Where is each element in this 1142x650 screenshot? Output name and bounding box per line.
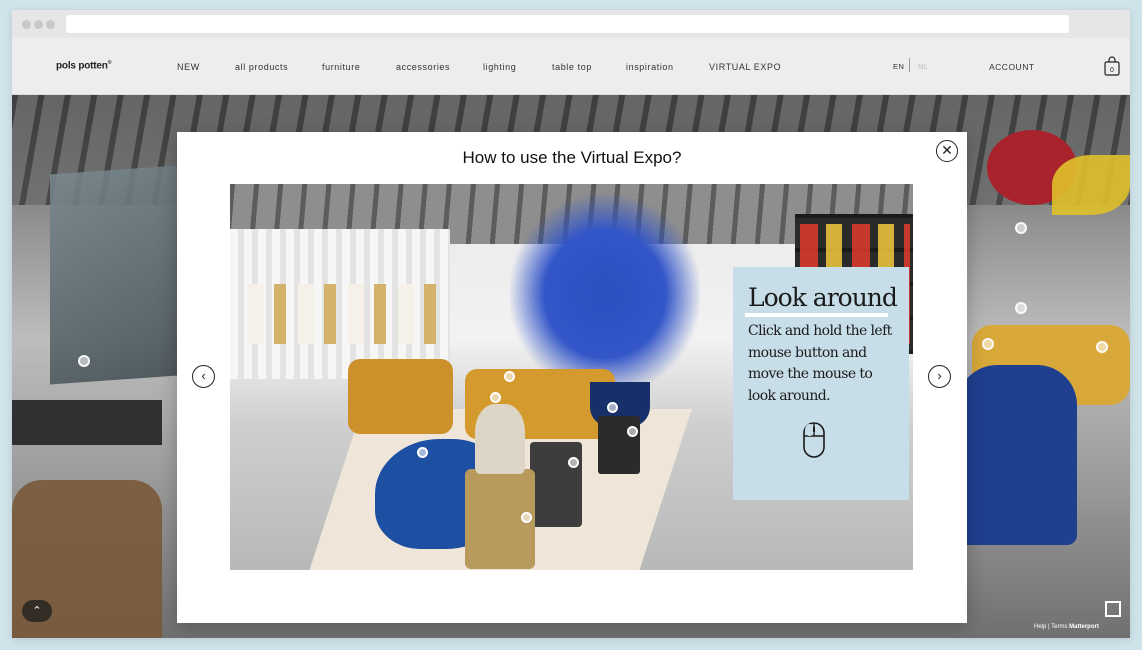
- nav-all-products[interactable]: all products: [235, 62, 288, 72]
- slide-armchair: [348, 359, 453, 434]
- lang-divider: [909, 58, 910, 72]
- lang-en[interactable]: EN: [893, 62, 904, 71]
- title-underline: [745, 313, 888, 317]
- browser-toolbar: [12, 10, 1130, 38]
- tour-hotspot[interactable]: [78, 355, 90, 367]
- nav-furniture[interactable]: furniture: [322, 62, 360, 72]
- browser-window: pols potten® NEW all products furniture …: [12, 10, 1130, 638]
- cart-count: 0: [1110, 67, 1114, 74]
- tour-hotspot[interactable]: [982, 338, 994, 350]
- slide-hotspot: [607, 402, 618, 413]
- slide-side-table: [530, 442, 582, 527]
- instruction-card: Look around Click and hold the left mous…: [733, 267, 909, 500]
- terms-link[interactable]: Terms: [1051, 624, 1067, 630]
- slide-hotspot: [568, 457, 579, 468]
- tour-footer: Help | Terms Matterport: [1034, 624, 1099, 630]
- slide-side-table: [598, 416, 640, 474]
- matterport-logo[interactable]: Matterport: [1069, 624, 1099, 630]
- tour-window: [50, 165, 178, 385]
- scroll-up-button[interactable]: ⌃: [22, 600, 52, 622]
- slide-plant: [510, 194, 700, 394]
- tour-hotspot[interactable]: [1015, 222, 1027, 234]
- slide-sculpture: [475, 404, 525, 474]
- help-modal: How to use the Virtual Expo? ✕ Look arou…: [177, 132, 967, 623]
- prev-slide-button[interactable]: ‹: [192, 365, 215, 388]
- window-close-dot[interactable]: [22, 20, 31, 29]
- instruction-text: Click and hold the left mouse button and…: [748, 323, 892, 404]
- slide-hotspot: [490, 392, 501, 403]
- slide-vases: [248, 284, 448, 344]
- virtual-tour-viewer[interactable]: ⌃ Help | Terms Matterport How to use the…: [12, 95, 1130, 638]
- mouse-icon: [803, 422, 825, 458]
- logo-trademark: ®: [107, 60, 112, 66]
- help-link[interactable]: Help: [1034, 624, 1046, 630]
- logo[interactable]: pols potten®: [56, 60, 111, 71]
- nav-lighting[interactable]: lighting: [483, 62, 516, 72]
- tour-decor: [1052, 155, 1130, 215]
- slide-hotspot: [504, 371, 515, 382]
- address-bar[interactable]: [66, 15, 1069, 33]
- tour-armchair: [957, 365, 1077, 545]
- chevron-up-icon: ⌃: [32, 605, 42, 617]
- cart-button[interactable]: 0: [1104, 56, 1120, 76]
- window-maximize-dot[interactable]: [46, 20, 55, 29]
- tour-hotspot[interactable]: [1015, 302, 1027, 314]
- nav-table-top[interactable]: table top: [552, 62, 592, 72]
- site-header: pols potten® NEW all products furniture …: [12, 38, 1130, 95]
- nav-inspiration[interactable]: inspiration: [626, 62, 674, 72]
- modal-close-button[interactable]: ✕: [936, 140, 958, 162]
- nav-virtual-expo[interactable]: VIRTUAL EXPO: [709, 62, 781, 72]
- chevron-left-icon: ‹: [201, 368, 206, 383]
- slide-hotspot: [417, 447, 428, 458]
- fullscreen-icon[interactable]: [1105, 601, 1121, 617]
- tour-table: [12, 400, 162, 445]
- account-link[interactable]: ACCOUNT: [989, 62, 1035, 72]
- window-minimize-dot[interactable]: [34, 20, 43, 29]
- slide-hotspot: [627, 426, 638, 437]
- next-slide-button[interactable]: ›: [928, 365, 951, 388]
- instruction-title: Look around: [748, 283, 898, 312]
- slide-hotspot: [521, 512, 532, 523]
- shopping-bag-icon: 0: [1104, 56, 1120, 76]
- footer-separator: |: [1048, 624, 1050, 630]
- chevron-right-icon: ›: [937, 368, 942, 383]
- logo-text: pols potten: [56, 60, 108, 72]
- close-icon: ✕: [941, 142, 953, 158]
- modal-title: How to use the Virtual Expo?: [462, 148, 682, 167]
- lang-nl[interactable]: NL: [918, 62, 929, 71]
- nav-new[interactable]: NEW: [177, 62, 200, 72]
- nav-accessories[interactable]: accessories: [396, 62, 450, 72]
- slide-image: Look around Click and hold the left mous…: [230, 184, 913, 570]
- tour-hotspot[interactable]: [1096, 341, 1108, 353]
